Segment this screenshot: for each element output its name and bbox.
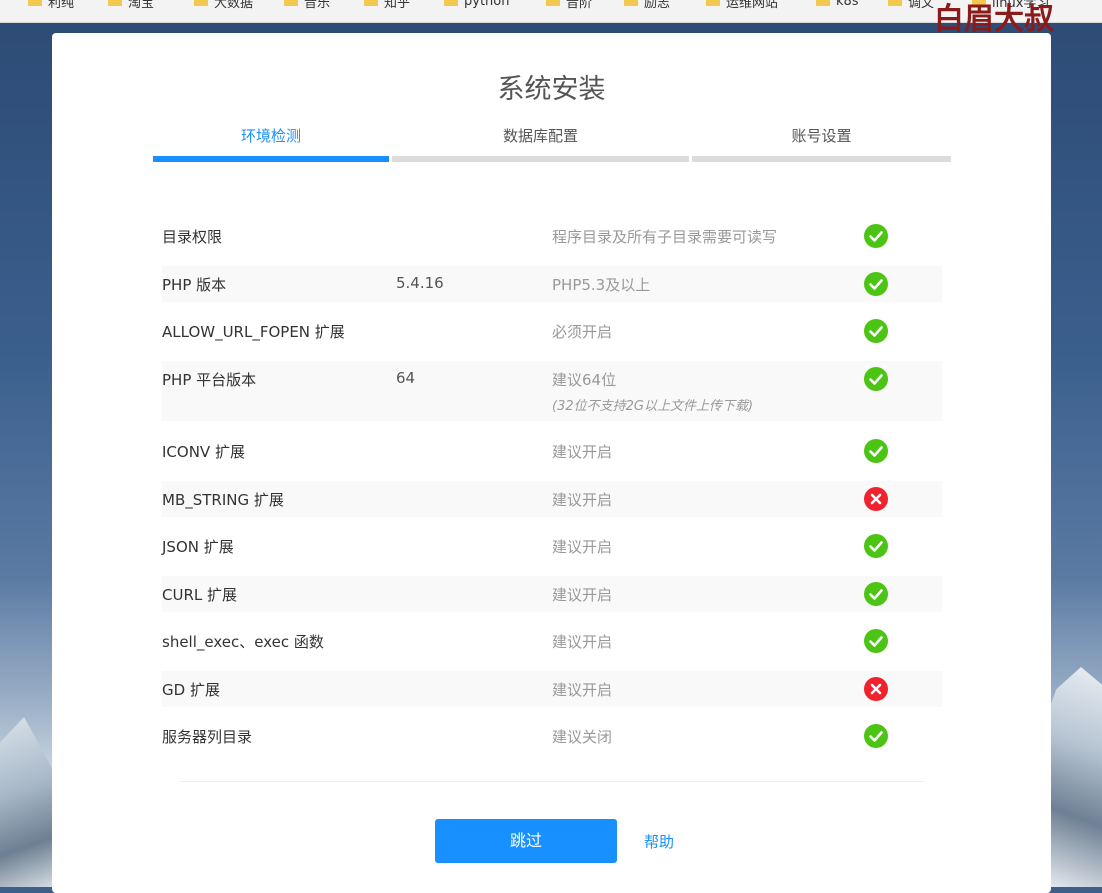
folder-icon (816, 0, 830, 6)
step-progress-bar-3 (692, 156, 951, 162)
tab-account-settings[interactable]: 账号设置 (692, 125, 951, 145)
step-progress-bar-2 (392, 156, 689, 162)
folder-icon (194, 0, 208, 6)
check-row: ICONV 扩展 建议开启 (162, 433, 942, 469)
check-row: JSON 扩展 建议开启 (162, 528, 942, 564)
check-name: GD 扩展 (162, 681, 220, 699)
folder-icon (888, 0, 902, 6)
bookmark-item[interactable]: 大数据 (194, 0, 253, 11)
check-success-icon (864, 367, 888, 391)
check-requirement: 建议开启 (552, 491, 613, 509)
check-success-icon (864, 272, 888, 296)
check-name: PHP 版本 (162, 276, 227, 294)
bookmark-item[interactable]: python (444, 0, 509, 10)
folder-icon (624, 0, 638, 6)
check-row: PHP 平台版本 64 建议64位 (32位不支持2G以上文件上传下载) (162, 361, 942, 421)
check-name: shell_exec、exec 函数 (162, 633, 324, 651)
check-requirement: 建议开启 (552, 681, 613, 699)
check-requirement: 建议开启 (552, 586, 613, 604)
check-success-icon (864, 582, 888, 606)
check-requirement: PHP5.3及以上 (552, 276, 651, 294)
check-requirement: 建议开启 (552, 633, 613, 651)
folder-icon (364, 0, 378, 6)
check-name: PHP 平台版本 (162, 371, 257, 389)
check-requirement: 建议开启 (552, 538, 613, 556)
bookmark-item[interactable]: 运维网站 (706, 0, 778, 11)
folder-icon (28, 0, 42, 6)
step-progress-bar-1 (153, 156, 389, 162)
folder-icon (108, 0, 122, 6)
folder-icon (444, 0, 458, 6)
check-name: 目录权限 (162, 228, 223, 246)
bookmark-item[interactable]: 音阶 (546, 0, 592, 11)
bookmark-item[interactable]: 调文 (888, 0, 934, 11)
check-success-icon (864, 629, 888, 653)
check-note: (32位不支持2G以上文件上传下载) (552, 399, 754, 414)
check-name: CURL 扩展 (162, 586, 238, 604)
check-requirement: 必须开启 (552, 323, 613, 341)
skip-button[interactable]: 跳过 (435, 819, 617, 863)
check-success-icon (864, 319, 888, 343)
bookmark-item[interactable]: 利纯 (28, 0, 74, 11)
check-row: GD 扩展 建议开启 (162, 671, 942, 707)
bookmark-item[interactable]: 音乐 (284, 0, 330, 11)
check-requirement: 建议开启 (552, 443, 613, 461)
check-error-icon (864, 677, 888, 701)
check-name: MB_STRING 扩展 (162, 491, 284, 509)
check-name: ICONV 扩展 (162, 443, 245, 461)
check-value: 64 (396, 369, 416, 387)
check-row: CURL 扩展 建议开启 (162, 576, 942, 612)
bookmark-item[interactable]: 淘宝 (108, 0, 154, 11)
check-row: 目录权限 程序目录及所有子目录需要可读写 (162, 218, 942, 254)
check-error-icon (864, 487, 888, 511)
folder-icon (284, 0, 298, 6)
check-row: MB_STRING 扩展 建议开启 (162, 481, 942, 517)
install-card: 系统安装 环境检测 数据库配置 账号设置 目录权限 程序目录及所有子目录需要可读写… (52, 33, 1051, 893)
check-success-icon (864, 224, 888, 248)
check-row: ALLOW_URL_FOPEN 扩展 必须开启 (162, 313, 942, 349)
bookmark-item[interactable]: k8s (816, 0, 859, 10)
check-value: 5.4.16 (396, 274, 444, 292)
bookmark-item[interactable]: 励志 (624, 0, 670, 11)
folder-icon (546, 0, 560, 6)
check-row: PHP 版本 5.4.16 PHP5.3及以上 (162, 266, 942, 302)
check-row: shell_exec、exec 函数 建议开启 (162, 623, 942, 659)
bookmark-item[interactable]: 知乎 (364, 0, 410, 11)
check-name: ALLOW_URL_FOPEN 扩展 (162, 323, 345, 341)
check-row: 服务器列目录 建议关闭 (162, 718, 942, 754)
check-success-icon (864, 439, 888, 463)
divider (180, 781, 924, 782)
check-success-icon (864, 724, 888, 748)
folder-icon (706, 0, 720, 6)
tab-database-config[interactable]: 数据库配置 (392, 125, 689, 145)
check-name: 服务器列目录 (162, 728, 253, 746)
help-link[interactable]: 帮助 (644, 831, 674, 852)
tab-env-check[interactable]: 环境检测 (153, 125, 389, 145)
check-success-icon (864, 534, 888, 558)
check-requirement: 建议64位 (552, 371, 617, 389)
page-title: 系统安装 (497, 74, 606, 105)
check-requirement: 程序目录及所有子目录需要可读写 (552, 228, 778, 246)
check-name: JSON 扩展 (162, 538, 234, 556)
check-requirement: 建议关闭 (552, 728, 613, 746)
